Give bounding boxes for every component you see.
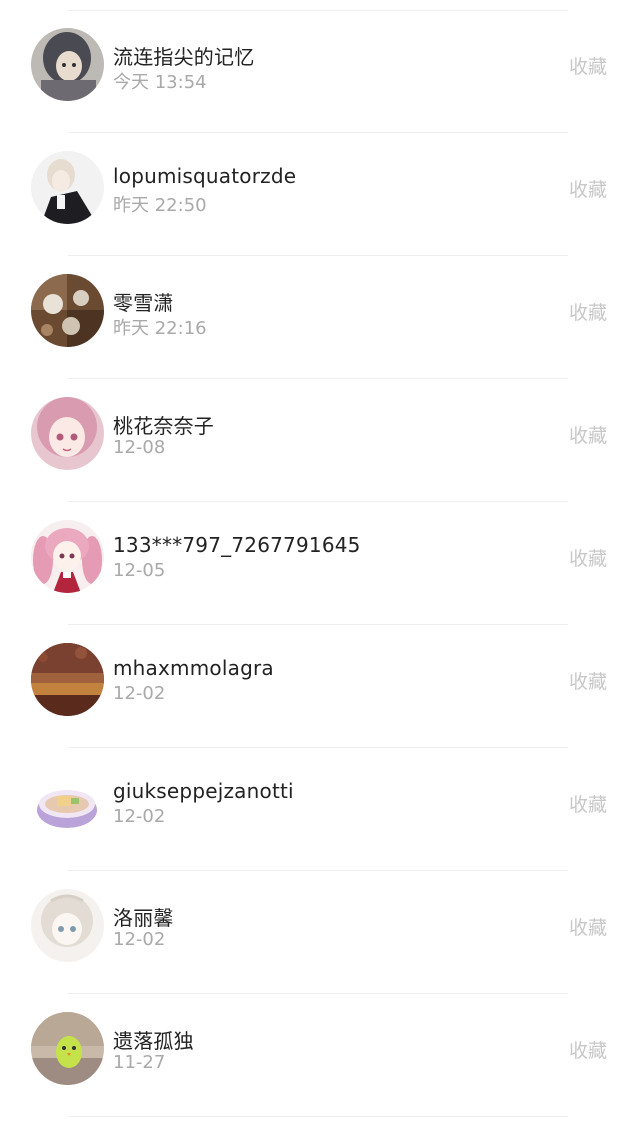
user-name: giukseppejzanotti	[113, 779, 294, 803]
favorite-button[interactable]: 收藏	[569, 913, 607, 940]
timestamp: 12-02	[113, 929, 166, 950]
timestamp: 昨天 22:16	[113, 318, 207, 339]
list-item[interactable]: 零雪潇 昨天 22:16 收藏	[0, 248, 640, 371]
favorite-button[interactable]: 收藏	[569, 1036, 607, 1063]
user-avatar[interactable]	[31, 151, 104, 224]
list-item[interactable]: 洛丽馨 12-02 收藏	[0, 863, 640, 986]
user-avatar[interactable]	[31, 1012, 104, 1085]
user-name: 133***797_7267791645	[113, 533, 361, 557]
list-item[interactable]: 桃花奈奈子 12-08 收藏	[0, 371, 640, 494]
timestamp: 12-08	[113, 437, 166, 458]
list-item[interactable]: 遗落孤独 11-27 收藏	[0, 986, 640, 1109]
list-item[interactable]: 流连指尖的记忆 今天 13:54 收藏	[0, 2, 640, 125]
favorites-list: 流连指尖的记忆 今天 13:54 收藏 lopumisquatorzde 昨天 …	[0, 0, 640, 1121]
user-name: 零雪潇	[113, 291, 174, 315]
timestamp: 今天 13:54	[113, 72, 207, 93]
timestamp: 11-27	[113, 1052, 166, 1073]
timestamp: 12-02	[113, 806, 166, 827]
user-name: mhaxmmolagra	[113, 656, 274, 680]
user-avatar[interactable]	[31, 520, 104, 593]
list-divider	[68, 1116, 568, 1117]
user-avatar[interactable]	[31, 28, 104, 101]
user-avatar[interactable]	[31, 274, 104, 347]
favorite-button[interactable]: 收藏	[569, 790, 607, 817]
favorite-button[interactable]: 收藏	[569, 667, 607, 694]
user-avatar[interactable]	[31, 766, 104, 839]
timestamp: 12-05	[113, 560, 166, 581]
user-name: 洛丽馨	[113, 906, 174, 930]
list-item[interactable]: giukseppejzanotti 12-02 收藏	[0, 740, 640, 863]
user-avatar[interactable]	[31, 643, 104, 716]
favorite-button[interactable]: 收藏	[569, 421, 607, 448]
user-avatar[interactable]	[31, 397, 104, 470]
favorite-button[interactable]: 收藏	[569, 544, 607, 571]
user-name: lopumisquatorzde	[113, 164, 297, 188]
favorite-button[interactable]: 收藏	[569, 175, 607, 202]
list-item[interactable]: 133***797_7267791645 12-05 收藏	[0, 494, 640, 617]
user-avatar[interactable]	[31, 889, 104, 962]
timestamp: 昨天 22:50	[113, 195, 207, 216]
user-name: 遗落孤独	[113, 1029, 194, 1053]
list-item[interactable]: mhaxmmolagra 12-02 收藏	[0, 617, 640, 740]
user-name: 桃花奈奈子	[113, 414, 214, 438]
favorite-button[interactable]: 收藏	[569, 52, 607, 79]
timestamp: 12-02	[113, 683, 166, 704]
user-name: 流连指尖的记忆	[113, 45, 255, 69]
favorite-button[interactable]: 收藏	[569, 298, 607, 325]
list-item[interactable]: lopumisquatorzde 昨天 22:50 收藏	[0, 125, 640, 248]
